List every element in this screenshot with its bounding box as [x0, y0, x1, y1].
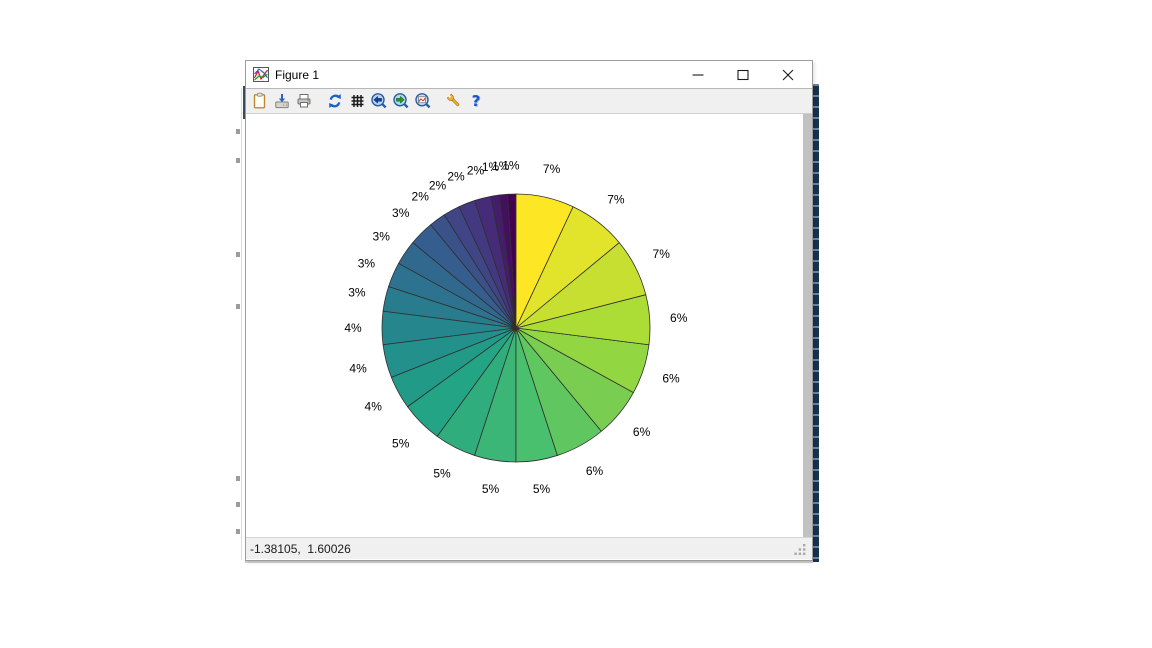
background-window-left-edge: [241, 88, 242, 560]
background-edge-tick: [236, 252, 240, 257]
grid-button[interactable]: [346, 90, 367, 112]
background-edge-tick: [236, 129, 240, 134]
pie-slice-label: 5%: [482, 482, 500, 496]
print-button[interactable]: [293, 90, 314, 112]
pie-slice-label: 3%: [348, 286, 366, 300]
pie-slice-label: 4%: [349, 362, 367, 376]
pie-slice-label: 6%: [670, 311, 688, 325]
pie-slice-label: 5%: [433, 466, 451, 480]
status-bar: -1.38105, 1.60026: [246, 537, 812, 559]
toolbar-group-gap: [315, 101, 324, 102]
title-bar[interactable]: Figure 1: [246, 61, 812, 88]
minimize-icon: [692, 69, 704, 81]
rotate-icon: [326, 92, 344, 110]
figure-icon: [253, 67, 269, 82]
help-button[interactable]: ??: [465, 90, 486, 112]
pie-slice-label: 3%: [392, 206, 410, 220]
svg-text:?: ?: [471, 92, 480, 110]
rotate-button[interactable]: [324, 90, 345, 112]
pie-slice-label: 2%: [429, 178, 447, 192]
pie-slice-label: 3%: [373, 230, 391, 244]
pie-slice-label: 3%: [358, 257, 376, 271]
pie-slice-label: 2%: [447, 170, 465, 184]
toolbar-group-gap: [434, 101, 443, 102]
pie-slice-label: 4%: [365, 400, 383, 414]
autoscale-icon: [414, 92, 432, 110]
save-icon: [273, 92, 291, 110]
zoom-out-icon: [370, 92, 388, 110]
pie-slice-label: 2%: [467, 163, 485, 177]
minimize-button[interactable]: [675, 61, 720, 88]
pie-slice-label: 2%: [412, 189, 430, 203]
background-edge-tick: [236, 304, 240, 309]
close-button[interactable]: [765, 61, 810, 88]
pie-slice-label: 6%: [662, 372, 680, 386]
cursor-coordinates: -1.38105, 1.60026: [246, 542, 351, 556]
pie-chart: 1%1%1%2%2%2%2%3%3%3%3%4%4%4%5%5%5%5%6%6%…: [246, 114, 803, 537]
copy-clipboard-button[interactable]: [249, 90, 270, 112]
copy-clipboard-icon: [251, 92, 269, 110]
pie-slice-label: 7%: [653, 247, 671, 261]
background-edge-tick: [236, 502, 240, 507]
figure-toolbar: ??: [246, 88, 812, 114]
print-icon: [295, 92, 313, 110]
zoom-in-icon: [392, 92, 410, 110]
pie-slice-label: 7%: [607, 192, 625, 206]
grid-icon: [348, 92, 366, 110]
figure-window: Figure 1 ?? 1%1%1%2%2%2%2%3%3%3%3%4%4%4%…: [245, 60, 813, 561]
pie-slice-label: 5%: [533, 482, 551, 496]
autoscale-button[interactable]: [412, 90, 433, 112]
maximize-icon: [737, 69, 749, 81]
pie-slice-label: 4%: [344, 321, 362, 335]
pie-slice-label: 7%: [543, 162, 561, 176]
pie-slice-label: 1%: [482, 160, 500, 174]
background-edge-tick: [236, 529, 240, 534]
zoom-out-button[interactable]: [368, 90, 389, 112]
help-icon: ??: [467, 92, 485, 110]
pie-slice-label: 6%: [633, 425, 651, 439]
caption-buttons: [675, 61, 812, 88]
save-button[interactable]: [271, 90, 292, 112]
resize-grip[interactable]: [794, 543, 807, 556]
pie-slice-label: 5%: [392, 437, 410, 451]
maximize-button[interactable]: [720, 61, 765, 88]
tools-button[interactable]: [443, 90, 464, 112]
close-icon: [782, 69, 794, 81]
zoom-in-button[interactable]: [390, 90, 411, 112]
background-edge-tick: [236, 158, 240, 163]
window-title: Figure 1: [275, 68, 675, 82]
canvas-right-gutter: [803, 114, 812, 537]
background-edge-tick: [236, 476, 240, 481]
pie-slice-label: 6%: [586, 464, 604, 478]
background-window-right-strip: [813, 84, 819, 562]
figure-canvas[interactable]: 1%1%1%2%2%2%2%3%3%3%3%4%4%4%5%5%5%5%6%6%…: [246, 114, 812, 537]
tools-icon: [445, 92, 463, 110]
